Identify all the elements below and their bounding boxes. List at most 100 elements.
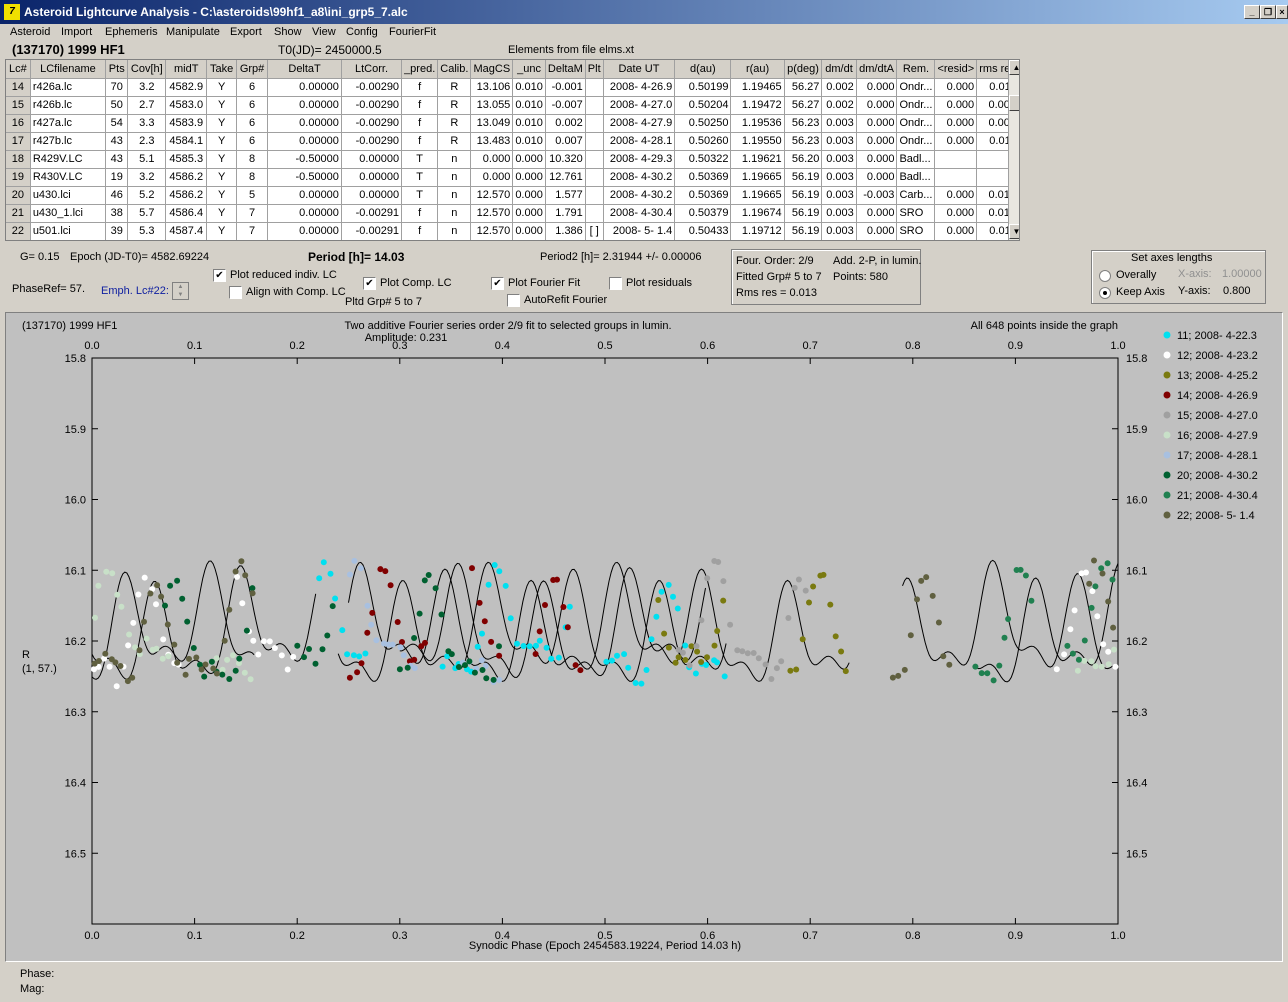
table-cell[interactable]: 0.000 [934, 204, 978, 223]
table-cell[interactable]: 4586.4 [165, 204, 208, 223]
table-cell[interactable]: 13.483 [470, 132, 514, 151]
table-cell[interactable]: 0.002 [821, 96, 857, 115]
table-cell[interactable] [934, 168, 978, 187]
table-cell[interactable] [585, 132, 604, 151]
table-cell[interactable]: 3.2 [127, 168, 167, 187]
table-cell[interactable]: 0.003 [821, 150, 857, 169]
column-header[interactable]: <resid> [934, 60, 978, 79]
column-header[interactable]: Cov[h] [127, 60, 167, 79]
table-cell[interactable]: 70 [105, 78, 129, 97]
table-cell[interactable]: 10.320 [545, 150, 586, 169]
table-cell[interactable]: 6 [236, 96, 269, 115]
table-cell[interactable]: 0.000 [470, 168, 514, 187]
menu-asteroid[interactable]: Asteroid [10, 26, 50, 38]
table-cell[interactable]: 0.000 [934, 78, 978, 97]
app-icon[interactable]: 7 [4, 4, 20, 20]
table-cell[interactable]: -0.001 [545, 78, 586, 97]
table-cell[interactable]: SRO [896, 222, 936, 240]
column-header[interactable]: Lc# [6, 60, 31, 79]
table-cell[interactable]: 0.000 [856, 132, 898, 151]
table-cell[interactable]: f [401, 78, 439, 97]
table-cell[interactable]: Y [206, 150, 237, 169]
table-cell[interactable]: Y [206, 168, 237, 187]
column-header[interactable]: LtCorr. [341, 60, 403, 79]
table-cell[interactable]: 2008- 4-29.3 [603, 150, 676, 169]
table-cell[interactable]: 0.50250 [674, 114, 732, 133]
table-cell[interactable]: R [437, 114, 472, 133]
table-cell[interactable]: r426b.lc [30, 96, 107, 115]
table-cell[interactable]: 0.010 [512, 132, 546, 151]
table-cell[interactable]: 56.23 [784, 114, 823, 133]
table-cell[interactable]: 1.19465 [730, 78, 785, 97]
table-cell[interactable]: 0.010 [512, 96, 546, 115]
table-cell[interactable]: Badl... [896, 168, 936, 187]
column-header[interactable]: dm/dt [821, 60, 857, 79]
column-header[interactable]: DeltaM [545, 60, 586, 79]
table-cell[interactable]: 0.003 [821, 168, 857, 187]
plot-fourier-checkbox[interactable]: ✔ [491, 277, 504, 290]
column-header[interactable]: Calib. [437, 60, 472, 79]
table-cell[interactable]: 0.000 [934, 114, 978, 133]
column-header[interactable]: _unc [512, 60, 546, 79]
table-cell[interactable]: 1.19621 [730, 150, 785, 169]
column-header[interactable]: DeltaT [267, 60, 342, 79]
table-row[interactable]: 19 R430V.LC 19 3.2 4586.2 Y 8 -0.50000 0.00000 Tn… [6, 168, 1019, 187]
table-cell[interactable]: Ondr... [896, 114, 936, 133]
table-cell[interactable]: -0.00290 [341, 78, 403, 97]
table-cell[interactable]: 0.000 [934, 132, 978, 151]
row-header[interactable]: 19 [6, 168, 31, 187]
restore-button[interactable]: ❐ [1260, 5, 1276, 19]
table-cell[interactable]: 0.00000 [341, 168, 403, 187]
column-header[interactable]: d(au) [674, 60, 732, 79]
table-cell[interactable]: 39 [105, 222, 129, 240]
table-cell[interactable]: 0.000 [856, 150, 898, 169]
table-cell[interactable]: 2.7 [127, 96, 167, 115]
column-header[interactable]: Pts [105, 60, 129, 79]
table-cell[interactable]: u430_1.lci [30, 204, 107, 223]
table-cell[interactable]: 5.3 [127, 222, 167, 240]
table-cell[interactable]: 4586.2 [165, 186, 208, 205]
table-cell[interactable]: 56.20 [784, 150, 823, 169]
lightcurve-table[interactable]: Lc# LCfilename Pts Cov[h] midT Take Grp# DeltaT… [5, 59, 1020, 241]
table-cell[interactable]: n [437, 204, 472, 223]
table-cell[interactable]: 1.19665 [730, 168, 785, 187]
plot-residuals-checkbox[interactable] [609, 277, 622, 290]
table-cell[interactable]: 2008- 4-28.1 [603, 132, 676, 151]
table-row[interactable]: 14 r426a.lc 70 3.2 4582.9 Y 6 0.00000 -0.00290 f R… [6, 78, 1019, 97]
scroll-thumb[interactable] [1009, 95, 1019, 111]
table-cell[interactable]: R [437, 96, 472, 115]
table-cell[interactable]: 0.000 [512, 150, 546, 169]
table-cell[interactable]: -0.50000 [267, 150, 342, 169]
table-cell[interactable]: 0.000 [470, 150, 514, 169]
table-cell[interactable]: 0.010 [512, 78, 546, 97]
table-cell[interactable]: 46 [105, 186, 129, 205]
table-cell[interactable]: 13.055 [470, 96, 514, 115]
table-cell[interactable]: 56.19 [784, 204, 823, 223]
table-cell[interactable]: 0.000 [512, 186, 546, 205]
plot-svg[interactable]: 0.00.00.10.10.20.20.30.30.40.40.50.50.60… [6, 313, 1282, 961]
table-row[interactable]: 17 r427b.lc 43 2.3 4584.1 Y 6 0.00000 -0.00290 f R… [6, 132, 1019, 151]
column-header[interactable]: p(deg) [784, 60, 823, 79]
table-cell[interactable]: 0.50322 [674, 150, 732, 169]
table-cell[interactable]: 38 [105, 204, 129, 223]
table-cell[interactable]: 0.50369 [674, 186, 732, 205]
table-cell[interactable]: Y [206, 96, 237, 115]
lightcurve-plot[interactable]: 0.0 0.0 0.1 0.1 0.2 0.2 0.3 0.3 0.4 0.4 0.5 0.5 0.6 0… [5, 312, 1283, 962]
table-cell[interactable]: -0.50000 [267, 168, 342, 187]
table-cell[interactable]: 7 [236, 204, 269, 223]
table-cell[interactable]: 0.000 [856, 168, 898, 187]
column-header[interactable]: Date UT [603, 60, 676, 79]
table-cell[interactable]: 6 [236, 132, 269, 151]
table-cell[interactable]: 4587.4 [165, 222, 208, 240]
column-header[interactable]: midT [165, 60, 208, 79]
close-button[interactable]: × [1276, 5, 1288, 19]
table-cell[interactable]: 43 [105, 150, 129, 169]
table-cell[interactable]: R [437, 132, 472, 151]
table-cell[interactable]: -0.00290 [341, 96, 403, 115]
table-cell[interactable]: 0.000 [856, 114, 898, 133]
table-cell[interactable]: 0.003 [821, 204, 857, 223]
table-cell[interactable]: 54 [105, 114, 129, 133]
table-cell[interactable]: 0.00000 [267, 114, 342, 133]
menu-show[interactable]: Show [274, 26, 302, 38]
table-cell[interactable]: 56.27 [784, 78, 823, 97]
